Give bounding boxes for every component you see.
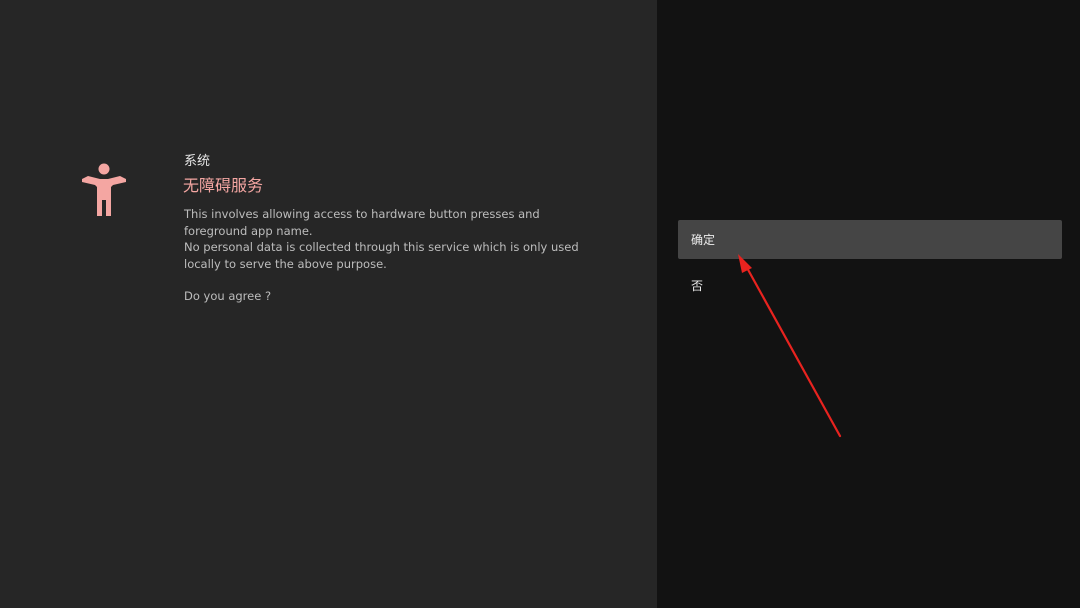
service-description: This involves allowing access to hardwar… <box>184 206 604 305</box>
deny-option-label: 否 <box>691 279 704 293</box>
info-panel: 系统 无障碍服务 This involves allowing access t… <box>0 0 657 608</box>
agree-question: Do you agree ? <box>184 289 272 303</box>
confirm-option-label: 确定 <box>691 233 716 247</box>
deny-option[interactable]: 否 <box>678 266 1062 305</box>
description-line: No personal data is collected through th… <box>184 240 579 271</box>
accessibility-icon <box>78 162 132 220</box>
category-label: 系统 <box>184 154 211 169</box>
screen: 系统 无障碍服务 This involves allowing access t… <box>0 0 1080 608</box>
service-title: 无障碍服务 <box>183 176 264 195</box>
confirm-option[interactable]: 确定 <box>678 220 1062 259</box>
description-line: This involves allowing access to hardwar… <box>184 207 540 238</box>
